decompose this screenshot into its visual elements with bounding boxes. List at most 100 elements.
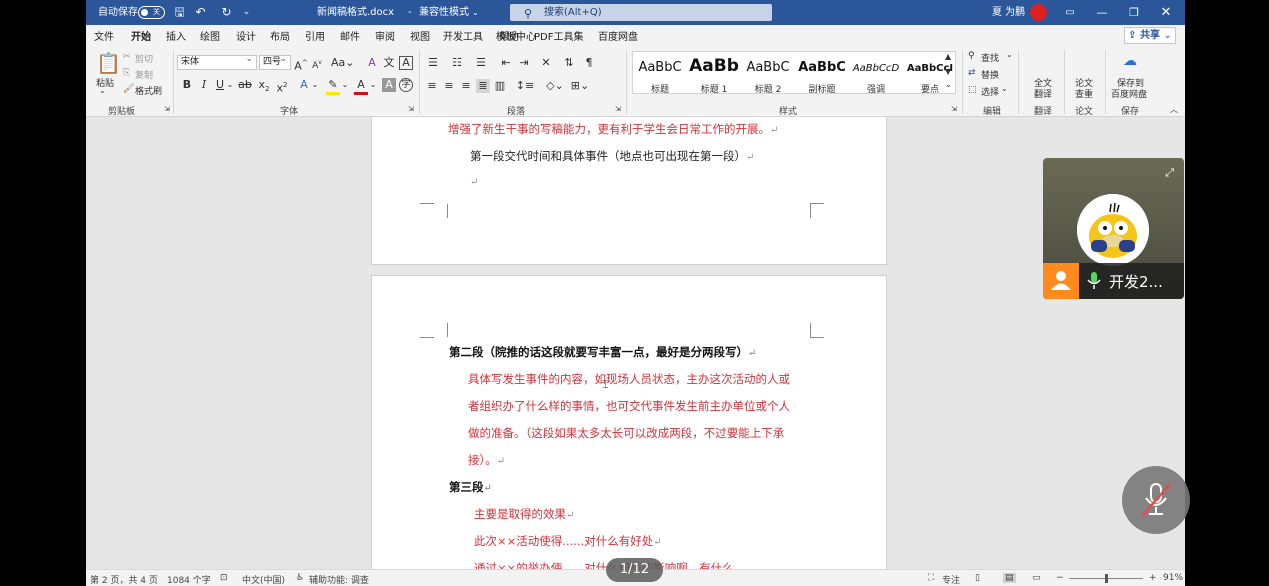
tab-pdf-tools[interactable]: PDF工具集 — [534, 28, 583, 43]
bullets-icon[interactable]: ☰ — [425, 56, 441, 70]
italic-icon[interactable]: I — [198, 78, 210, 92]
user-name[interactable]: 夏 为鹏 — [992, 0, 1025, 25]
styles-scroll-down-icon[interactable]: ▼ — [945, 67, 951, 76]
tab-references[interactable]: 引用 — [305, 28, 325, 43]
strikethrough-icon[interactable]: ab — [238, 78, 252, 92]
zoom-slider-thumb[interactable] — [1105, 574, 1108, 583]
increase-indent-icon[interactable]: ⇥ — [517, 56, 531, 70]
borders-icon[interactable]: ⊞⌄ — [570, 79, 590, 93]
select-chevron-icon[interactable]: ⌄ — [1001, 84, 1008, 93]
autosave-toggle[interactable]: 关 — [138, 6, 165, 19]
style-tile-emphasis[interactable]: AaBbCcD 强调 — [849, 52, 903, 95]
tab-home[interactable]: 开始 — [131, 28, 151, 48]
user-avatar[interactable] — [1030, 4, 1047, 21]
font-color-icon[interactable]: A — [354, 78, 368, 95]
customize-qat-icon[interactable]: ⌄ — [239, 5, 254, 20]
replace-label[interactable]: 替换 — [981, 68, 999, 81]
shading-icon[interactable]: ◇⌄ — [545, 79, 565, 93]
paste-icon[interactable]: 📋 — [96, 52, 121, 74]
save-icon[interactable]: 🖫 — [172, 5, 187, 20]
multilevel-list-icon[interactable]: ☰ — [473, 56, 489, 70]
redo-icon[interactable]: ↻ — [219, 5, 234, 20]
font-size-combo[interactable]: 四号 — [259, 53, 291, 70]
font-name-combo[interactable]: 宋体 — [177, 53, 257, 70]
text-effects-icon[interactable]: A — [297, 78, 311, 92]
format-painter-label[interactable]: 格式刷 — [135, 84, 162, 97]
baidu-cloud-icon[interactable]: ☁ — [1123, 53, 1137, 69]
clear-format-icon[interactable]: A — [365, 56, 379, 70]
style-tile-subtitle[interactable]: AaBbC 副标题 — [795, 52, 849, 95]
video-participant-tile[interactable]: ⤢ 开发2... — [1043, 158, 1184, 299]
style-tile-title[interactable]: AaBbC 标题 — [633, 52, 687, 95]
zoom-in-icon[interactable]: + — [1149, 573, 1157, 583]
grow-font-icon[interactable]: A^ — [294, 56, 308, 74]
web-layout-icon[interactable]: ▭ — [1032, 573, 1041, 583]
underline-icon[interactable]: U — [214, 78, 226, 92]
char-border-icon[interactable]: A — [399, 56, 413, 70]
decrease-indent-icon[interactable]: ⇤ — [499, 56, 513, 70]
document-area[interactable]: 增强了新生干事的写稿能力，更有利于学生会日常工作的开展。↵ 第一段交代时间和具体… — [86, 117, 1185, 569]
doc-line[interactable]: 此次××活动使得......对什么有好处↵ — [474, 533, 662, 549]
tab-file[interactable]: 文件 — [94, 28, 114, 43]
focus-label[interactable]: 专注 — [942, 573, 960, 586]
format-painter-icon[interactable]: 🖌 — [123, 84, 134, 94]
phonetic-guide-icon[interactable]: 文 — [382, 56, 396, 70]
show-marks-icon[interactable]: ¶ — [582, 56, 596, 70]
select-icon[interactable]: ⬚ — [968, 85, 977, 95]
accessibility-status[interactable]: 辅助功能: 调查 — [309, 573, 369, 586]
font-color-chevron-icon[interactable]: ⌄ — [369, 78, 377, 92]
read-mode-icon[interactable]: ▯ — [975, 573, 980, 583]
save-label-2[interactable]: 百度网盘 — [1111, 87, 1147, 100]
doc-line[interactable]: 具体写发生事件的内容，如现场人员状态，主办这次活动的人或 — [468, 371, 790, 387]
copy-icon[interactable]: ⎘ — [123, 68, 130, 78]
tab-review[interactable]: 审阅 — [375, 28, 395, 43]
styles-scroll-up-icon[interactable]: ▲ — [945, 52, 951, 61]
text-effects-chevron-icon[interactable]: ⌄ — [311, 78, 319, 92]
find-label[interactable]: 查找 — [981, 51, 999, 64]
numbering-icon[interactable]: ☷ — [449, 56, 465, 70]
undo-icon[interactable]: ↶ — [193, 5, 208, 20]
zoom-out-icon[interactable]: − — [1056, 573, 1064, 583]
tab-mailings[interactable]: 邮件 — [340, 28, 360, 43]
style-tile-heading1[interactable]: AaBb 标题 1 — [687, 52, 741, 95]
paper-label-2[interactable]: 查重 — [1075, 87, 1093, 100]
share-button[interactable]: ⇪ 共享 ⌄ — [1124, 27, 1176, 44]
justify-icon[interactable]: ≣ — [476, 79, 490, 93]
align-right-icon[interactable]: ≡ — [459, 79, 473, 93]
char-shading-icon[interactable]: A — [382, 78, 396, 92]
bold-icon[interactable]: B — [181, 78, 193, 92]
focus-icon[interactable]: ⛶ — [928, 573, 934, 583]
print-layout-icon[interactable]: ▤ — [1003, 573, 1016, 583]
tab-insert[interactable]: 插入 — [166, 28, 186, 43]
clipboard-launcher-icon[interactable]: ⇲ — [164, 105, 170, 113]
doc-line[interactable]: 第二段（院推的话这段就要写丰富一点，最好是分两段写）↵ — [449, 344, 756, 360]
proofing-icon[interactable]: ⊡ — [220, 573, 228, 583]
restore-icon[interactable]: ❐ — [1118, 0, 1150, 25]
tab-baidu-netdisk[interactable]: 百度网盘 — [598, 28, 638, 43]
doc-line[interactable]: ↵ — [470, 174, 478, 188]
mode-chevron-icon[interactable]: ⌄ — [472, 0, 479, 25]
tab-draw[interactable]: 绘图 — [200, 28, 220, 43]
style-tile-heading2[interactable]: AaBbC 标题 2 — [741, 52, 795, 95]
accessibility-icon[interactable]: ♿ — [296, 573, 304, 583]
underline-chevron-icon[interactable]: ⌄ — [226, 78, 234, 92]
cut-label[interactable]: 剪切 — [135, 52, 153, 65]
styles-more-icon[interactable]: ⌄ — [945, 80, 952, 89]
translate-label-2[interactable]: 翻译 — [1034, 87, 1052, 100]
tab-view[interactable]: 视图 — [410, 28, 430, 43]
shrink-font-icon[interactable]: Av — [310, 56, 324, 73]
document-page[interactable]: 增强了新生干事的写稿能力，更有利于学生会日常工作的开展。↵ 第一段交代时间和具体… — [371, 117, 887, 265]
paste-chevron-icon[interactable]: ⌄ — [99, 86, 106, 95]
superscript-icon[interactable]: x2 — [275, 78, 289, 96]
doc-line[interactable]: 主要是取得的效果↵ — [474, 506, 574, 522]
line-spacing-icon[interactable]: ↕≡ — [515, 79, 535, 93]
word-count[interactable]: 1084 个字 — [167, 573, 211, 586]
sort-icon[interactable]: ⇅ — [562, 56, 576, 70]
find-icon[interactable]: ⚲ — [968, 51, 975, 61]
doc-line[interactable]: 第一段交代时间和具体事件（地点也可出现在第一段）↵ — [470, 148, 754, 164]
language[interactable]: 中文(中国) — [242, 573, 285, 586]
mute-microphone-button[interactable] — [1122, 466, 1190, 534]
document-page[interactable]: 第二段（院推的话这段就要写丰富一点，最好是分两段写）↵ 具体写发生事件的内容，如… — [371, 275, 887, 569]
doc-line[interactable]: 第三段↵ — [449, 479, 492, 495]
page-count[interactable]: 第 2 页，共 4 页 — [90, 573, 158, 586]
